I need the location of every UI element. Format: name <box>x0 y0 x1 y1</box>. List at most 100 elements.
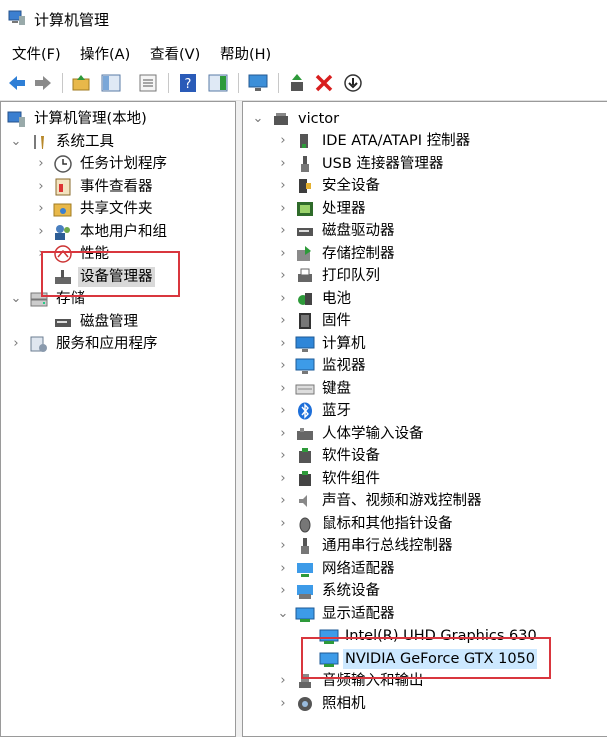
device-category[interactable]: › 安全设备 <box>243 175 606 197</box>
chevron-down-icon[interactable]: ⌄ <box>9 131 23 153</box>
chevron-right-icon[interactable]: › <box>276 355 290 377</box>
device-category[interactable]: › 软件组件 <box>243 468 606 490</box>
action-pane-icon[interactable] <box>207 72 229 94</box>
chevron-right-icon[interactable]: › <box>276 693 290 715</box>
chevron-down-icon[interactable]: ⌄ <box>276 603 290 625</box>
chevron-right-icon[interactable]: › <box>34 221 48 243</box>
bluetooth-icon <box>298 402 312 420</box>
tree-item-system-tools[interactable]: ⌄ 系统工具 <box>1 131 235 153</box>
chevron-right-icon[interactable]: › <box>276 513 290 535</box>
device-category[interactable]: › 打印队列 <box>243 265 606 287</box>
software-component-icon <box>299 470 311 486</box>
device-category[interactable]: › 磁盘驱动器 <box>243 220 606 242</box>
chevron-right-icon[interactable]: › <box>34 198 48 220</box>
menu-action[interactable]: 操作(A) <box>80 43 130 64</box>
monitor-icon[interactable] <box>247 72 269 94</box>
display-adapter-item[interactable]: NVIDIA GeForce GTX 1050 <box>243 648 606 670</box>
forward-icon[interactable] <box>32 72 54 94</box>
tree-item-disk-management[interactable]: 磁盘管理 <box>1 311 235 333</box>
device-category[interactable]: › 监视器 <box>243 355 606 377</box>
download-icon[interactable] <box>342 72 364 94</box>
device-category[interactable]: › 声音、视频和游戏控制器 <box>243 490 606 512</box>
display-adapter-icon <box>295 607 315 622</box>
device-category[interactable]: › USB 连接器管理器 <box>243 153 606 175</box>
device-category[interactable]: › 电池 <box>243 288 606 310</box>
chevron-right-icon[interactable]: › <box>276 445 290 467</box>
device-category[interactable]: › 人体学输入设备 <box>243 423 606 445</box>
toolbar-separator <box>278 73 279 93</box>
show-hide-tree-icon[interactable] <box>100 72 122 94</box>
tools-icon <box>34 135 44 149</box>
chevron-right-icon[interactable]: › <box>276 670 290 692</box>
device-category[interactable]: › 照相机 <box>243 693 606 715</box>
tree-item-event-viewer[interactable]: › 事件查看器 <box>1 176 235 198</box>
menu-help[interactable]: 帮助(H) <box>220 43 271 64</box>
tree-item-services[interactable]: › 服务和应用程序 <box>1 333 235 355</box>
device-category[interactable]: › 计算机 <box>243 333 606 355</box>
tree-label: 网络适配器 <box>322 560 395 577</box>
tree-item-shared-folders[interactable]: › 共享文件夹 <box>1 198 235 220</box>
tree-item-performance[interactable]: › 性能 <box>1 243 235 265</box>
uninstall-icon[interactable] <box>313 72 335 94</box>
chevron-right-icon[interactable]: › <box>9 333 23 355</box>
chevron-right-icon[interactable]: › <box>276 310 290 332</box>
chevron-right-icon[interactable]: › <box>276 220 290 242</box>
back-icon[interactable] <box>6 72 28 94</box>
chevron-right-icon[interactable]: › <box>276 423 290 445</box>
chevron-right-icon[interactable]: › <box>276 175 290 197</box>
device-category[interactable]: › 网络适配器 <box>243 558 606 580</box>
device-category[interactable]: › 音频输入和输出 <box>243 670 606 692</box>
device-category[interactable]: › 键盘 <box>243 378 606 400</box>
device-category[interactable]: › 系统设备 <box>243 580 606 602</box>
device-category[interactable]: › 软件设备 <box>243 445 606 467</box>
menu-view[interactable]: 查看(V) <box>150 43 200 64</box>
chevron-right-icon[interactable]: › <box>276 580 290 602</box>
chevron-down-icon[interactable]: ⌄ <box>251 108 265 130</box>
chevron-right-icon[interactable]: › <box>276 558 290 580</box>
tree-item-local-users[interactable]: › 本地用户和组 <box>1 221 235 243</box>
chevron-right-icon[interactable]: › <box>276 400 290 422</box>
tree-label: 声音、视频和游戏控制器 <box>322 493 482 509</box>
chevron-right-icon[interactable]: › <box>276 243 290 265</box>
device-category[interactable]: › 存储控制器 <box>243 243 606 265</box>
device-category[interactable]: › IDE ATA/ATAPI 控制器 <box>243 130 606 152</box>
storage-icon <box>30 292 48 307</box>
chevron-right-icon[interactable]: › <box>276 535 290 557</box>
device-category[interactable]: ⌄ 显示适配器 <box>243 603 606 625</box>
chevron-down-icon[interactable]: ⌄ <box>9 288 23 310</box>
device-category[interactable]: › 处理器 <box>243 198 606 220</box>
chevron-right-icon[interactable]: › <box>276 130 290 152</box>
chevron-right-icon[interactable]: › <box>276 333 290 355</box>
chevron-right-icon[interactable]: › <box>34 153 48 175</box>
tree-item-device-manager[interactable]: 设备管理器 <box>1 266 235 288</box>
tree-item-root[interactable]: 计算机管理(本地) <box>1 108 235 130</box>
up-folder-icon[interactable] <box>70 72 92 94</box>
console-tree-pane: 计算机管理(本地) ⌄ 系统工具 › 任务计划程序 › 事件查看器 › 共享文件… <box>0 101 236 737</box>
display-adapter-icon <box>319 629 339 644</box>
device-category[interactable]: › 蓝牙 <box>243 400 606 422</box>
hid-icon <box>297 427 313 440</box>
tree-label: NVIDIA GeForce GTX 1050 <box>343 648 538 669</box>
update-driver-icon[interactable] <box>286 72 308 94</box>
chevron-right-icon[interactable]: › <box>276 468 290 490</box>
device-tree-root[interactable]: ⌄ victor <box>243 108 606 130</box>
chevron-right-icon[interactable]: › <box>276 378 290 400</box>
chevron-right-icon[interactable]: › <box>276 288 290 310</box>
mouse-icon <box>299 517 311 532</box>
tree-label: 性能 <box>80 246 109 262</box>
chevron-right-icon[interactable]: › <box>34 243 48 265</box>
menu-file[interactable]: 文件(F) <box>12 43 61 64</box>
device-category[interactable]: › 鼠标和其他指针设备 <box>243 513 606 535</box>
tree-item-storage[interactable]: ⌄ 存储 <box>1 288 235 310</box>
chevron-right-icon[interactable]: › <box>276 153 290 175</box>
help-icon[interactable]: ? <box>177 72 199 94</box>
device-category[interactable]: › 通用串行总线控制器 <box>243 535 606 557</box>
device-category[interactable]: › 固件 <box>243 310 606 332</box>
chevron-right-icon[interactable]: › <box>276 490 290 512</box>
display-adapter-item[interactable]: Intel(R) UHD Graphics 630 <box>243 625 606 647</box>
chevron-right-icon[interactable]: › <box>34 176 48 198</box>
chevron-right-icon[interactable]: › <box>276 198 290 220</box>
properties-icon[interactable] <box>137 72 159 94</box>
chevron-right-icon[interactable]: › <box>276 265 290 287</box>
tree-item-task-scheduler[interactable]: › 任务计划程序 <box>1 153 235 175</box>
